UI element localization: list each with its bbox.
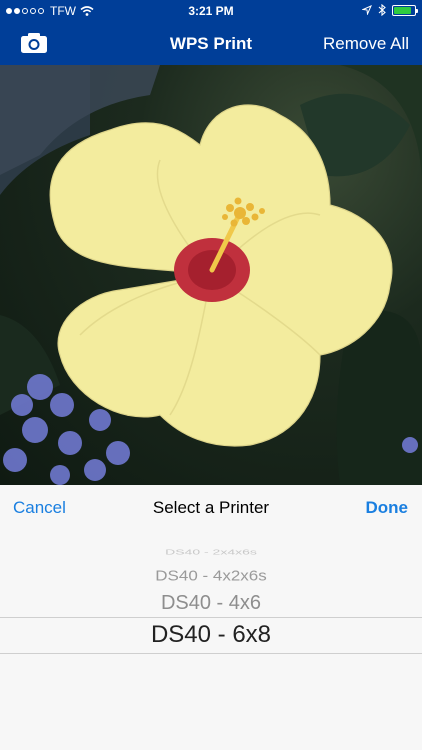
- photo-preview[interactable]: [0, 65, 422, 485]
- location-icon: [362, 5, 372, 15]
- bluetooth-icon: [378, 4, 386, 16]
- battery-fill: [394, 6, 411, 14]
- printer-picker-panel: Cancel Select a Printer Done DS40 - 2x4x…: [0, 485, 422, 750]
- picker-option[interactable]: DS40 - 4x2x6s: [0, 568, 422, 585]
- selection-divider: [0, 617, 422, 618]
- status-time: 3:21 PM: [188, 4, 234, 18]
- picker-toolbar: Cancel Select a Printer Done: [0, 485, 422, 529]
- flower-photo: [0, 65, 422, 485]
- status-bar: TFW 3:21 PM: [0, 0, 422, 22]
- done-button[interactable]: Done: [366, 498, 409, 518]
- picker-option-selected[interactable]: DS40 - 6x8: [0, 621, 422, 649]
- navigation-bar: WPS Print Remove All: [0, 22, 422, 65]
- printer-picker-wheel[interactable]: DS40 - 2x4x6s DS40 - 4x2x6s DS40 - 4x6 D…: [0, 529, 422, 750]
- battery-cap: [416, 8, 418, 13]
- picker-option[interactable]: DS40 - 4x6: [0, 592, 422, 615]
- remove-all-button[interactable]: Remove All: [323, 34, 409, 54]
- picker-option[interactable]: DS40 - 2x4x6s: [0, 548, 422, 557]
- selection-divider: [0, 653, 422, 654]
- battery-icon: [392, 4, 418, 16]
- status-right: [362, 4, 418, 16]
- picker-title: Select a Printer: [152, 498, 270, 517]
